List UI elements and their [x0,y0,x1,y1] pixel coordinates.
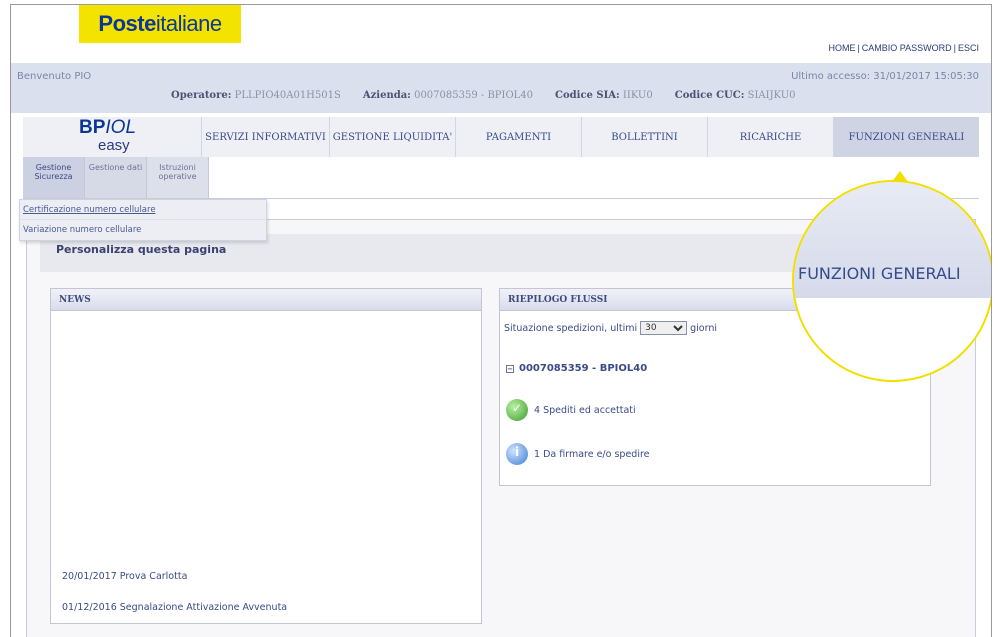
subtab-line: Gestione [35,163,72,172]
poste-italiane-logo: Posteitaliane [79,5,241,43]
company-name: 0007085359 - BPIOL40 [519,363,648,374]
subtab-line: operative [158,172,197,181]
days-select[interactable]: 30 [640,321,688,335]
menu-item-certificazione[interactable]: Certificazione numero cellulare [20,200,266,220]
sia-label: Codice SIA: [555,90,620,101]
status-accepted-label: 4 Spediti ed accettati [534,404,636,416]
logo-easy: easy [98,137,130,154]
logo-iol: IOL [105,117,137,138]
info-icon: i [506,443,528,465]
operatore-label: Operatore: [171,90,232,101]
logout-link[interactable]: ESCI [958,43,979,53]
situazione-prefix: Situazione spedizioni, ultimi [504,322,638,334]
checkmark-icon: ✓ [506,399,528,421]
tab-ricariche[interactable]: RICARICHE [707,117,833,157]
tab-funzioni-generali[interactable]: FUNZIONI GENERALI [833,117,979,157]
subtab-gestione-sicurezza[interactable]: Gestione Sicurezza [23,157,85,199]
subtab-line: Sicurezza [34,172,73,181]
sub-navigation: Gestione Sicurezza Gestione dati Istruzi… [23,157,209,199]
main-navigation: BPIOL easy SERVIZI INFORMATIVI GESTIONE … [23,117,979,157]
change-password-link[interactable]: CAMBIO PASSWORD [862,43,952,53]
cuc-value: SIAIJKU0 [747,90,796,101]
news-panel: NEWS 20/01/2017 Prova Carlotta 01/12/201… [50,288,482,624]
collapse-icon[interactable]: − [506,364,514,373]
status-pending-label: 1 Da firmare e/o spedire [534,448,650,460]
status-pending[interactable]: i 1 Da firmare e/o spedire [506,443,650,465]
welcome-text: Benvenuto PIO [17,71,92,82]
last-access-text: Ultimo accesso: 31/01/2017 15:05:30 [791,71,979,82]
shipments-filter: Situazione spedizioni, ultimi 30 giorni [504,321,717,335]
application-frame: Posteitaliane HOME | CAMBIO PASSWORD | E… [10,4,992,637]
logo-bp: BP [79,117,106,138]
operator-details: Operatore: PLLPIO40A01H501S Azienda: 000… [171,90,796,101]
company-row[interactable]: − 0007085359 - BPIOL40 [506,363,647,374]
home-link[interactable]: HOME [828,43,855,53]
top-links: HOME | CAMBIO PASSWORD | ESCI [828,43,979,53]
tab-pagamenti[interactable]: PAGAMENTI [455,117,581,157]
zoom-callout: FUNZIONI GENERALI [792,180,991,382]
user-info-bar: Benvenuto PIO Ultimo accesso: 31/01/2017… [11,63,991,113]
situazione-suffix: giorni [690,322,718,334]
subtab-istruzioni-operative[interactable]: Istruzioni operative [147,157,209,199]
sia-value: IIKU0 [622,90,653,101]
logo-regular-text: italiane [155,11,222,36]
subtab-line: Istruzioni [159,163,196,172]
news-title: NEWS [51,289,481,311]
tab-gestione-liquidita[interactable]: GESTIONE LIQUIDITA' [329,117,455,157]
tab-servizi-informativi[interactable]: SERVIZI INFORMATIVI [201,117,329,157]
azienda-value: 0007085359 - BPIOL40 [414,90,534,101]
menu-item-variazione[interactable]: Variazione numero cellulare [20,220,266,240]
cuc-label: Codice CUC: [674,90,745,101]
personalize-title: Personalizza questa pagina [56,243,227,256]
operatore-value: PLLPIO40A01H501S [234,90,341,101]
tab-bollettini[interactable]: BOLLETTINI [581,117,707,157]
sicurezza-dropdown-menu: Certificazione numero cellulare Variazio… [19,199,267,241]
subtab-gestione-dati[interactable]: Gestione dati [85,157,147,199]
callout-text: FUNZIONI GENERALI [798,264,961,283]
news-item[interactable]: 01/12/2016 Segnalazione Attivazione Avve… [62,602,287,613]
logo-bold-text: Poste [98,11,156,36]
news-item[interactable]: 20/01/2017 Prova Carlotta [62,571,187,582]
status-accepted[interactable]: ✓ 4 Spediti ed accettati [506,399,636,421]
azienda-label: Azienda: [362,90,411,101]
bpiol-easy-logo: BPIOL easy [23,117,201,157]
subtab-line: Gestione dati [88,163,143,172]
